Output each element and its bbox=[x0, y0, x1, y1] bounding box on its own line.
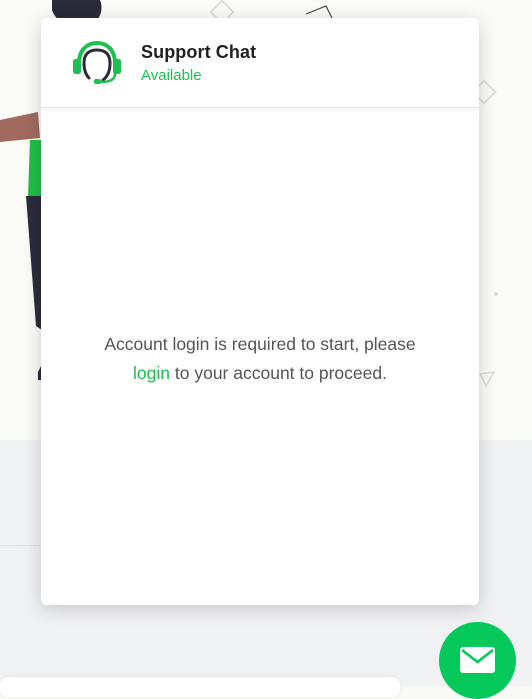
headset-icon bbox=[73, 40, 121, 84]
background-card bbox=[0, 677, 400, 697]
message-text-prefix: Account login is required to start, plea… bbox=[104, 334, 416, 354]
login-link[interactable]: login bbox=[133, 363, 170, 383]
status-label: Available bbox=[141, 67, 202, 84]
chat-header: Support Chat Available bbox=[41, 18, 479, 108]
chat-launcher-button[interactable] bbox=[439, 622, 516, 699]
message-text-suffix: to your account to proceed. bbox=[170, 363, 387, 383]
login-required-message: Account login is required to start, plea… bbox=[71, 330, 449, 388]
mail-icon bbox=[460, 647, 495, 673]
chat-title: Support Chat bbox=[141, 42, 257, 62]
support-chat-panel: Support Chat Available Account login is … bbox=[41, 18, 479, 605]
